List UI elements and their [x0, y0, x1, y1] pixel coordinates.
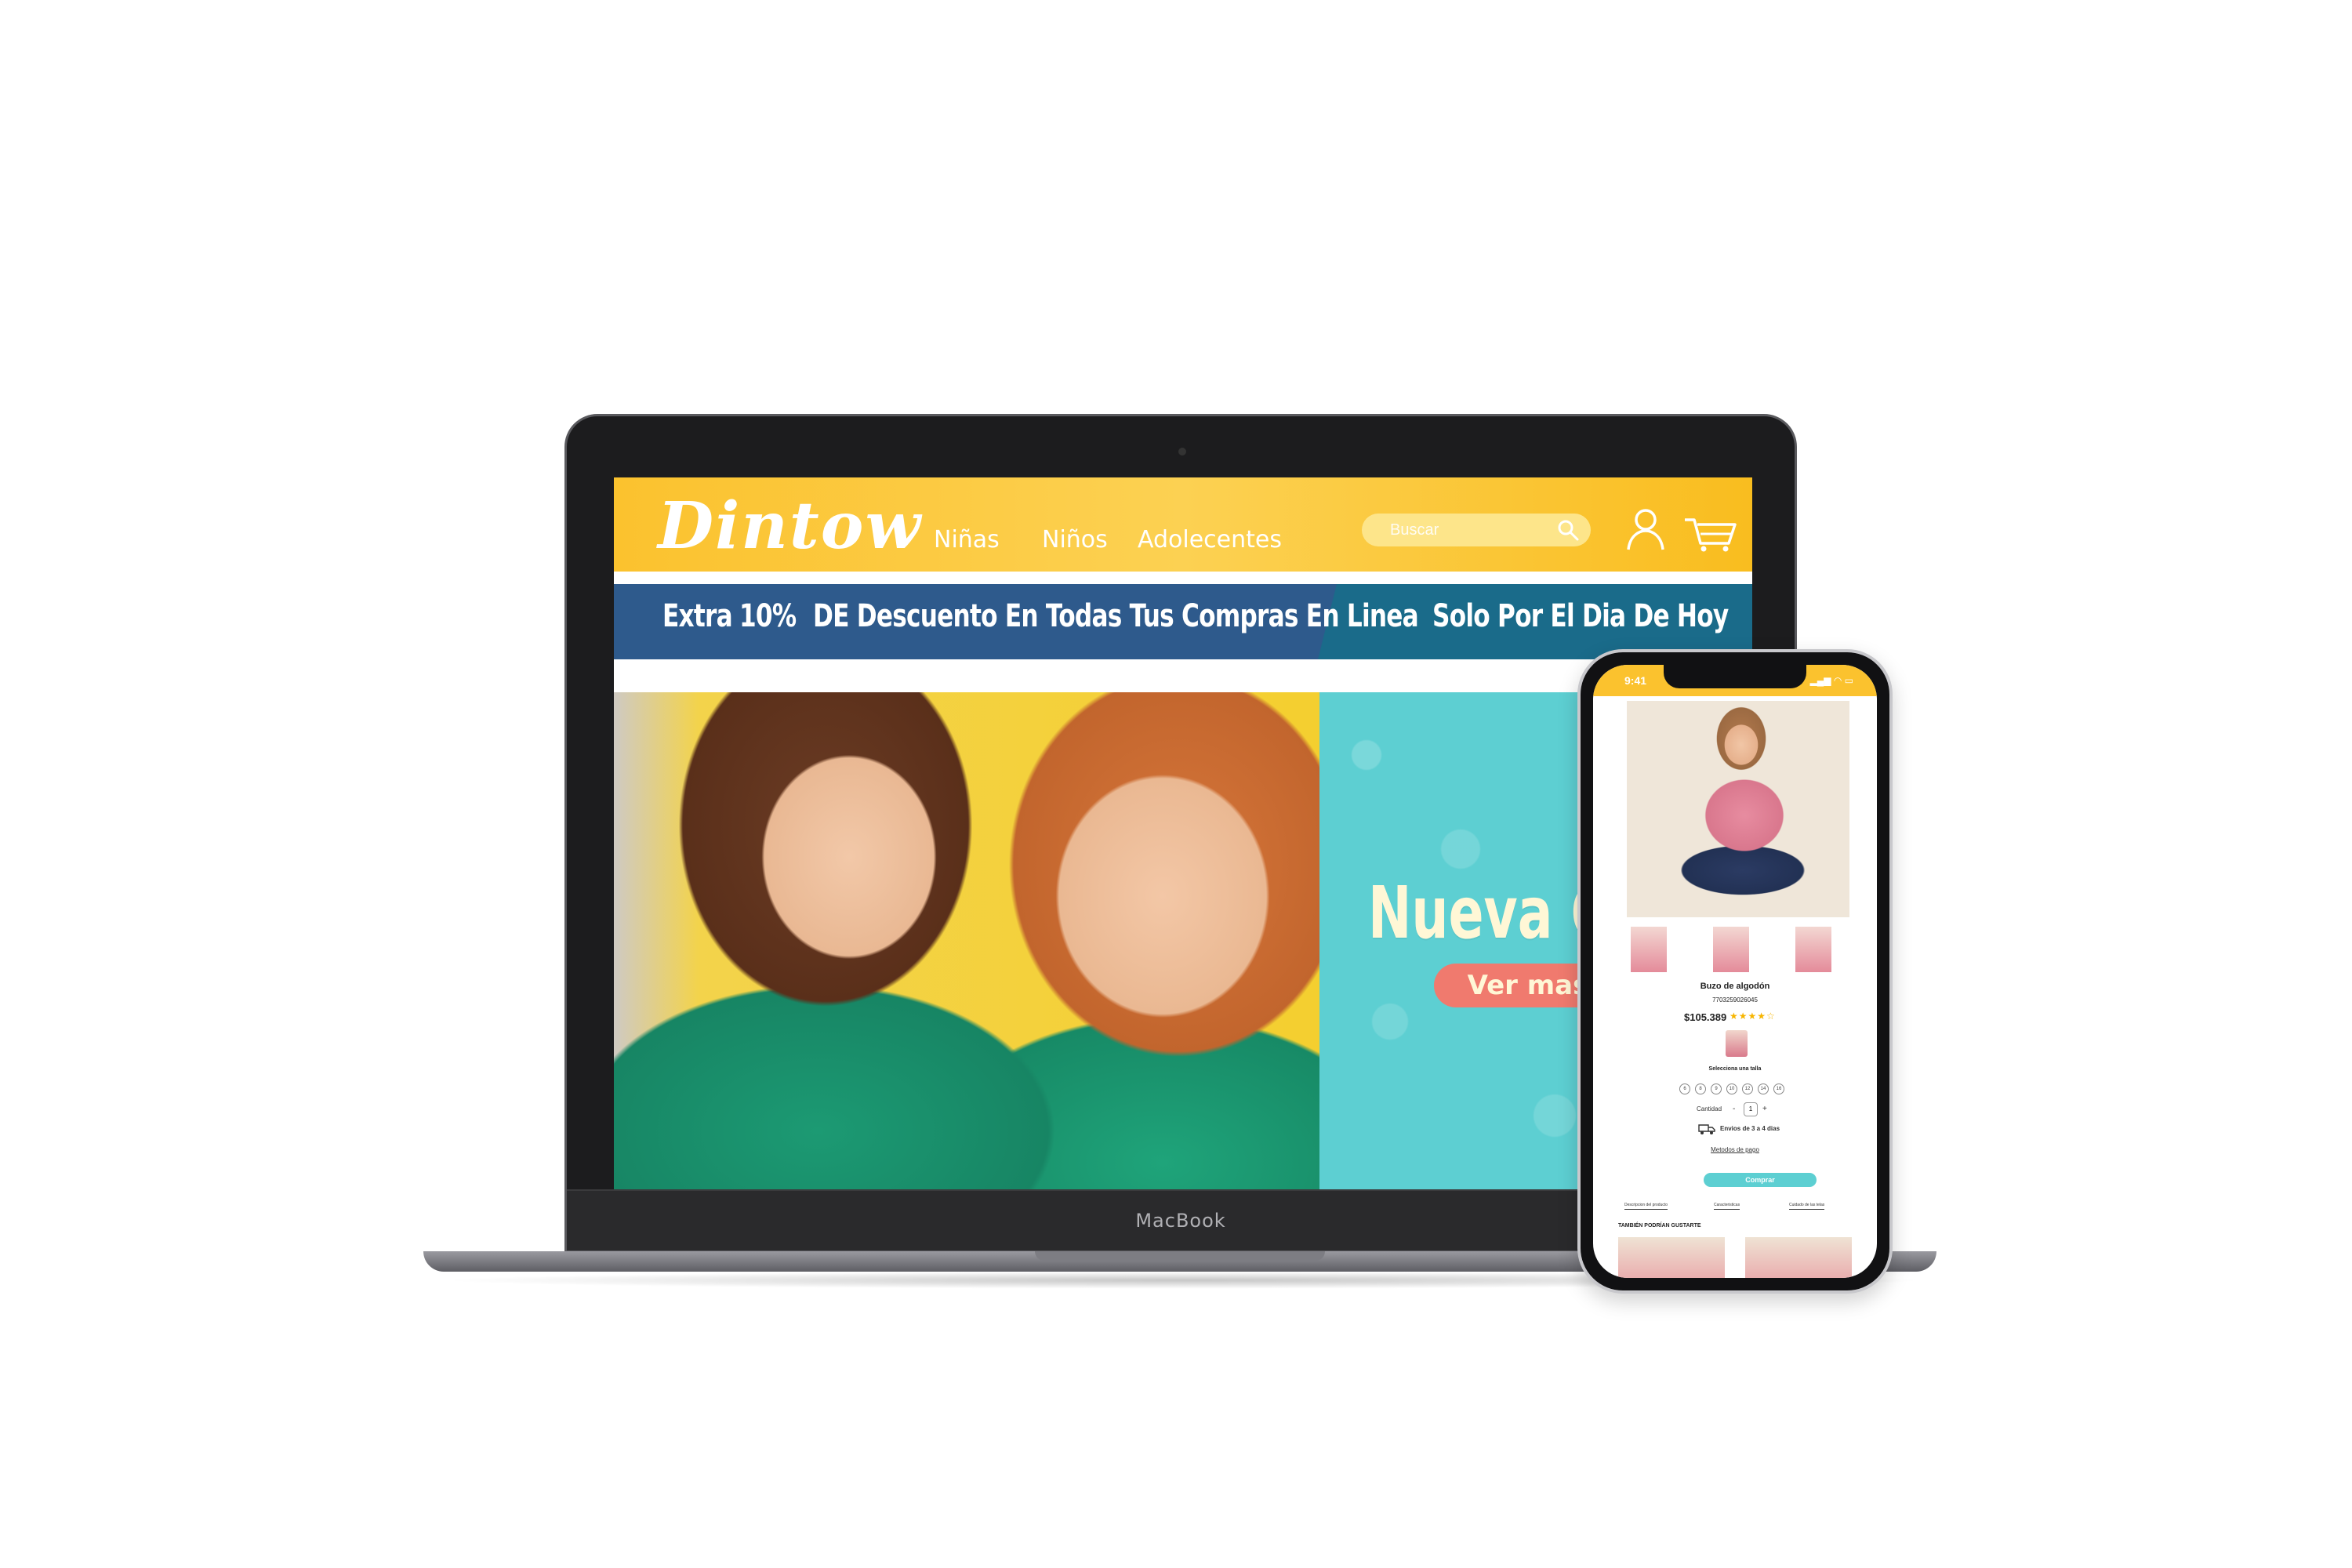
laptop-notch [1035, 1251, 1325, 1261]
promo-extra: Extra [662, 598, 733, 634]
size-option[interactable]: 12 [1742, 1083, 1753, 1094]
truck-icon [1698, 1124, 1715, 1134]
size-option[interactable]: 14 [1758, 1083, 1769, 1094]
nav-adolecentes[interactable]: Adolecentes [1138, 526, 1282, 554]
nav-ninas[interactable]: Niñas [934, 526, 1000, 554]
promo-percent: 10% [739, 598, 797, 634]
search-placeholder: Buscar [1390, 521, 1439, 539]
product-thumb[interactable] [1795, 927, 1831, 972]
quantity-plus-button[interactable]: + [1762, 1105, 1767, 1113]
phone-screen: 9:41 ▂▄▆ ◠ ▭ Buzo de algodón 77032590260… [1593, 665, 1877, 1278]
phone-status-bar: 9:41 ▂▄▆ ◠ ▭ [1593, 665, 1877, 696]
product-sku: 7703259026045 [1712, 996, 1758, 1004]
shipping-text: Envios de 3 a 4 dias [1720, 1125, 1780, 1132]
quantity-input[interactable]: 1 [1744, 1102, 1758, 1116]
size-label: Selecciona una talla [1708, 1066, 1762, 1072]
promo-banner: Extra 10% DE Descuento En Todas Tus Comp… [614, 584, 1752, 659]
size-option[interactable]: 10 [1726, 1083, 1737, 1094]
color-swatch[interactable] [1726, 1030, 1748, 1057]
product-thumb[interactable] [1713, 927, 1749, 972]
buy-button[interactable]: Comprar [1704, 1173, 1817, 1187]
product-tabs: Descripcion del producto Caracteristicas… [1624, 1203, 1860, 1214]
recommended-product-card[interactable] [1745, 1237, 1852, 1278]
product-main-image[interactable] [1627, 701, 1849, 917]
product-price: $105.389 [1684, 1011, 1727, 1023]
price-row: $105.389 ★★★★☆ [1684, 1011, 1809, 1025]
size-option[interactable]: 9 [1711, 1083, 1722, 1094]
nav-ninos[interactable]: Niños [1042, 526, 1108, 554]
size-option[interactable]: 8 [1695, 1083, 1706, 1094]
quantity-label: Cantidad [1697, 1105, 1722, 1112]
promo-discount-text: DE Descuento En Todas Tus Compras En Lin… [813, 598, 1419, 634]
rating-stars: ★★★★☆ [1730, 1011, 1776, 1022]
user-icon[interactable] [1625, 507, 1666, 551]
quantity-minus-button[interactable]: - [1733, 1105, 1735, 1113]
recommended-product-card[interactable] [1618, 1237, 1725, 1278]
phone-device: 9:41 ▂▄▆ ◠ ▭ Buzo de algodón 77032590260… [1577, 649, 1893, 1294]
tab-fabric-care[interactable]: Cuidado de las telas [1789, 1203, 1825, 1210]
promo-right-text: Solo Por El Dia De Hoy [1432, 598, 1729, 634]
tab-description[interactable]: Descripcion del producto [1624, 1203, 1668, 1210]
search-icon[interactable] [1556, 518, 1580, 542]
hero-photo [614, 692, 1319, 1191]
laptop-brand: MacBook [1135, 1210, 1226, 1232]
payment-methods-link[interactable]: Metodos de pago [1593, 1146, 1877, 1153]
recommendations-title: TAMBIÉN PODRÍAN GUSTARTE [1618, 1223, 1701, 1229]
status-time: 9:41 [1624, 674, 1647, 687]
size-selector: 6 8 9 10 12 14 16 [1679, 1083, 1797, 1094]
site-header: Dintow Niñas Niños Adolecentes Buscar [614, 477, 1752, 572]
cart-icon[interactable] [1683, 514, 1738, 553]
signal-wifi-battery-icon: ▂▄▆ ◠ ▭ [1809, 675, 1853, 686]
size-option[interactable]: 16 [1773, 1083, 1784, 1094]
product-name: Buzo de algodón [1700, 982, 1770, 991]
product-thumb[interactable] [1631, 927, 1667, 972]
search-input[interactable]: Buscar [1362, 514, 1591, 546]
size-option[interactable]: 6 [1679, 1083, 1690, 1094]
site-logo[interactable]: Dintow [658, 488, 922, 564]
tab-features[interactable]: Caracteristicas [1714, 1203, 1740, 1210]
phone-notch [1664, 665, 1806, 688]
laptop-camera [1178, 448, 1186, 456]
